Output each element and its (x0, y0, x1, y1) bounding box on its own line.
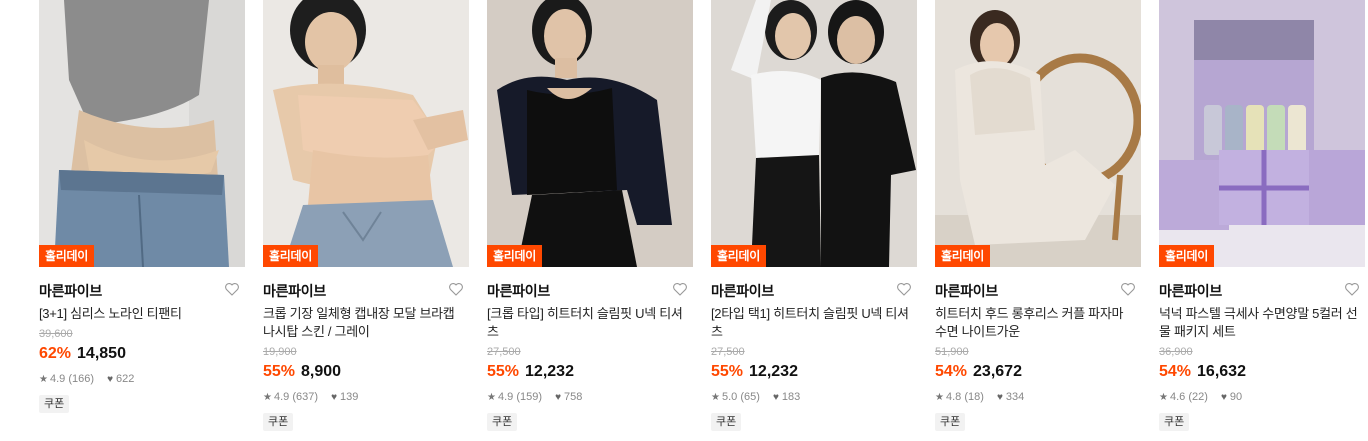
sale-price: 23,672 (973, 363, 1022, 380)
sale-price: 14,850 (77, 345, 126, 362)
brand-name[interactable]: 마른파이브 (487, 281, 550, 301)
product-image[interactable]: 홀리데이 (487, 0, 693, 267)
sale-price: 16,632 (1197, 363, 1246, 380)
star-icon: ★ (487, 392, 496, 403)
review-count: (18) (964, 391, 984, 403)
brand-name[interactable]: 마른파이브 (711, 281, 774, 301)
rating-value: 4.9 (273, 391, 290, 403)
product-title[interactable]: [크롭 타입] 히트터치 슬림핏 U넥 티셔츠 (487, 305, 687, 341)
heart-filled-icon: ♥ (331, 392, 338, 403)
heart-filled-icon: ♥ (996, 392, 1003, 403)
like-count: 622 (116, 373, 135, 385)
product-photo (39, 0, 245, 267)
product-card[interactable]: 홀리데이 마른파이브 [3+1] 심리스 노라인 티팬티 39,600 62% 1… (39, 0, 245, 413)
heart-filled-icon: ♥ (1220, 392, 1227, 403)
brand-name[interactable]: 마른파이브 (39, 281, 102, 301)
review-count: (166) (68, 373, 95, 385)
product-title[interactable]: [3+1] 심리스 노라인 티팬티 (39, 305, 239, 323)
like-count: 758 (564, 391, 583, 403)
like-count: 139 (340, 391, 359, 403)
product-card[interactable]: 홀리데이 마른파이브 크롭 기장 일체형 캡내장 모달 브라캡 나시탑 스킨 /… (263, 0, 469, 431)
product-image[interactable]: 홀리데이 (263, 0, 469, 267)
product-title[interactable]: 크롭 기장 일체형 캡내장 모달 브라캡 나시탑 스킨 / 그레이 (263, 305, 463, 341)
heart-outline-icon[interactable] (671, 280, 689, 298)
sale-price: 8,900 (301, 363, 342, 380)
original-price: 39,600 (39, 328, 73, 340)
rating-value: 4.6 (1169, 391, 1186, 403)
product-image[interactable]: 홀리데이 (39, 0, 245, 267)
star-icon: ★ (711, 392, 720, 403)
discount-rate: 55% (487, 363, 520, 380)
product-card[interactable]: 홀리데이 마른파이브 넉넉 파스텔 극세사 수면양말 5컬러 선물 패키지 세트… (1159, 0, 1365, 431)
review-count: (65) (740, 391, 760, 403)
product-image[interactable]: 홀리데이 (1159, 0, 1365, 267)
holiday-badge: 홀리데이 (1159, 245, 1214, 267)
sale-price: 12,232 (749, 363, 798, 380)
product-photo (711, 0, 917, 267)
heart-filled-icon: ♥ (555, 392, 562, 403)
brand-name[interactable]: 마른파이브 (263, 281, 326, 301)
heart-filled-icon: ♥ (772, 392, 779, 403)
product-grid: 홀리데이 마른파이브 [3+1] 심리스 노라인 티팬티 39,600 62% 1… (0, 0, 1368, 441)
discount-rate: 62% (39, 345, 72, 362)
product-title[interactable]: 히트터치 후드 롱후리스 커플 파자마 수면 나이트가운 (935, 305, 1135, 341)
product-photo (263, 0, 469, 267)
heart-filled-icon: ♥ (107, 374, 114, 385)
product-title[interactable]: [2타입 택1] 히트터치 슬림핏 U넥 티셔츠 (711, 305, 911, 341)
brand-name[interactable]: 마른파이브 (935, 281, 998, 301)
original-price: 19,900 (263, 346, 297, 358)
original-price: 27,500 (487, 346, 521, 358)
review-count: (637) (292, 391, 319, 403)
star-icon: ★ (263, 392, 272, 403)
rating-value: 4.9 (497, 391, 514, 403)
discount-rate: 55% (263, 363, 296, 380)
product-title[interactable]: 넉넉 파스텔 극세사 수면양말 5컬러 선물 패키지 세트 (1159, 305, 1359, 341)
original-price: 27,500 (711, 346, 745, 358)
heart-outline-icon[interactable] (1343, 280, 1361, 298)
sale-price: 12,232 (525, 363, 574, 380)
product-card[interactable]: 홀리데이 마른파이브 [크롭 타입] 히트터치 슬림핏 U넥 티셔츠 27,50… (487, 0, 693, 431)
discount-rate: 54% (1159, 363, 1192, 380)
heart-outline-icon[interactable] (895, 280, 913, 298)
star-icon: ★ (935, 392, 944, 403)
like-count: 90 (1229, 391, 1243, 403)
coupon-badge: 쿠폰 (935, 413, 966, 431)
product-photo (1159, 0, 1365, 267)
holiday-badge: 홀리데이 (39, 245, 94, 267)
like-count: 334 (1005, 391, 1025, 403)
rating-value: 5.0 (721, 391, 738, 403)
coupon-badge: 쿠폰 (263, 413, 294, 431)
coupon-badge: 쿠폰 (487, 413, 518, 431)
coupon-badge: 쿠폰 (711, 413, 742, 431)
brand-name[interactable]: 마른파이브 (1159, 281, 1222, 301)
star-icon: ★ (1159, 392, 1168, 403)
holiday-badge: 홀리데이 (711, 245, 766, 267)
rating-value: 4.9 (49, 373, 66, 385)
rating-value: 4.8 (945, 391, 962, 403)
product-image[interactable]: 홀리데이 (711, 0, 917, 267)
like-count: 183 (781, 391, 801, 403)
heart-outline-icon[interactable] (447, 280, 465, 298)
holiday-badge: 홀리데이 (263, 245, 318, 267)
discount-rate: 55% (711, 363, 744, 380)
star-icon: ★ (39, 374, 48, 385)
product-card[interactable]: 홀리데이 마른파이브 [2타입 택1] 히트터치 슬림핏 U넥 티셔츠 27,5… (711, 0, 917, 431)
product-card[interactable]: 홀리데이 마른파이브 히트터치 후드 롱후리스 커플 파자마 수면 나이트가운 … (935, 0, 1141, 431)
review-count: (22) (1188, 391, 1208, 403)
heart-outline-icon[interactable] (1119, 280, 1137, 298)
product-photo (487, 0, 693, 267)
heart-outline-icon[interactable] (223, 280, 241, 298)
original-price: 36,900 (1159, 346, 1193, 358)
coupon-badge: 쿠폰 (1159, 413, 1190, 431)
original-price: 51,900 (935, 346, 969, 358)
holiday-badge: 홀리데이 (487, 245, 542, 267)
product-photo (935, 0, 1141, 267)
discount-rate: 54% (935, 363, 968, 380)
coupon-badge: 쿠폰 (39, 395, 70, 413)
review-count: (159) (516, 391, 543, 403)
holiday-badge: 홀리데이 (935, 245, 990, 267)
product-image[interactable]: 홀리데이 (935, 0, 1141, 267)
